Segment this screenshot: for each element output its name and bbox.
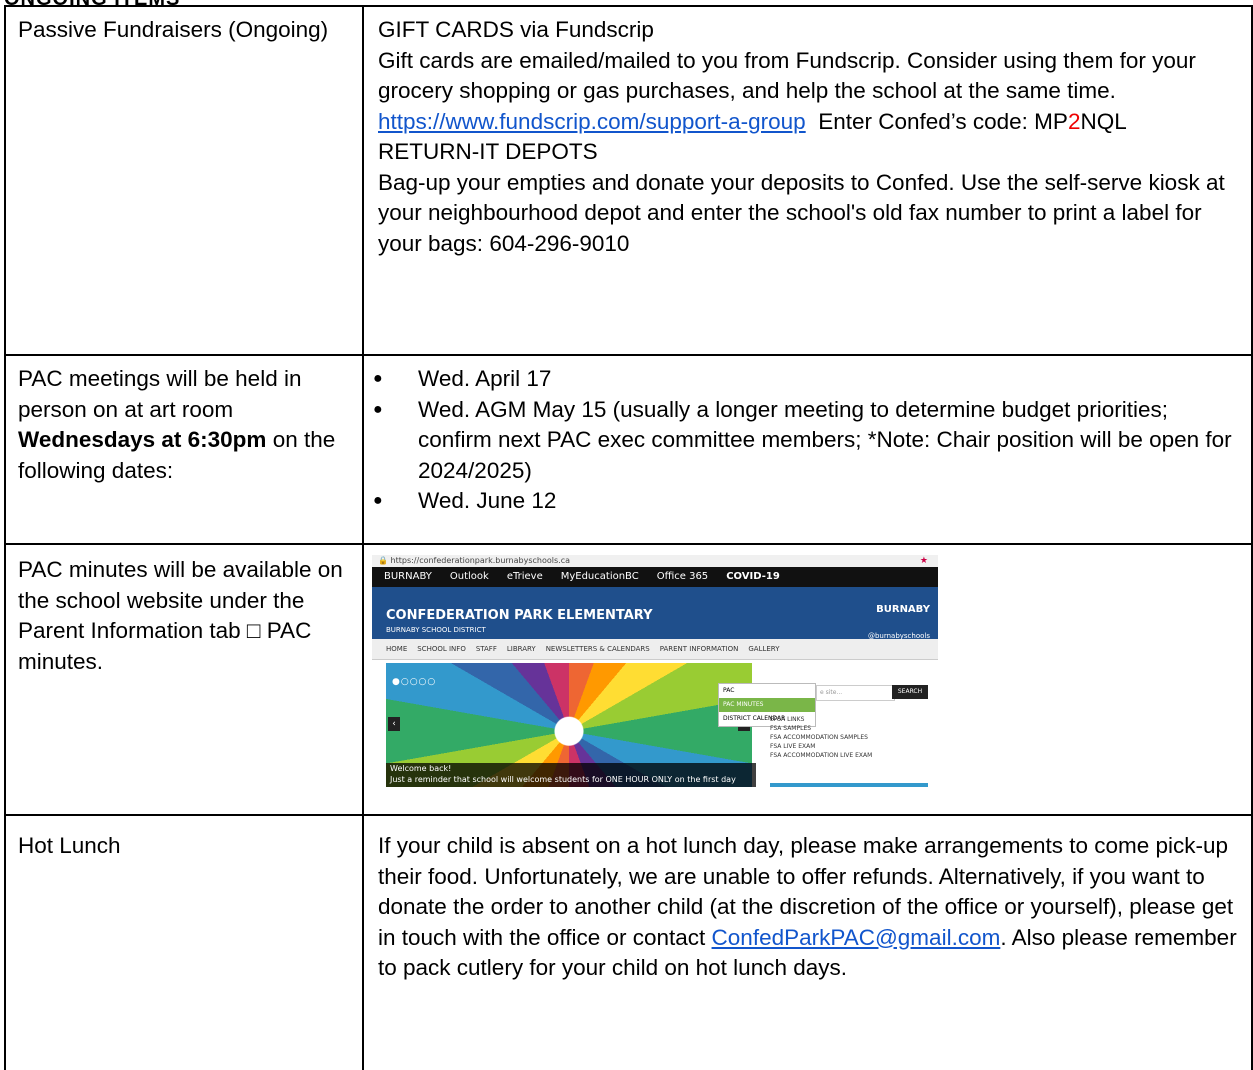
table-row: Hot Lunch If your child is absent on a h… bbox=[4, 814, 1253, 1070]
link-item: FSA SAMPLES bbox=[770, 725, 812, 732]
return-it-text: Bag-up your empties and donate your depo… bbox=[378, 169, 1225, 256]
row-label: Hot Lunch bbox=[4, 814, 364, 1070]
code-suffix: NQL bbox=[1080, 108, 1127, 134]
meeting-label-pre: PAC meetings will be held in person on a… bbox=[18, 366, 302, 422]
link-heading: EFSA LINKS bbox=[770, 716, 805, 723]
site-search-button: SEARCH bbox=[892, 685, 928, 699]
link-item: FSA ACCOMMODATION LIVE EXAM bbox=[770, 752, 873, 759]
twitter-handle: @burnabyschools bbox=[867, 632, 930, 640]
row-label: PAC meetings will be held in person on a… bbox=[4, 354, 364, 545]
etrieve-link: eTrieve bbox=[506, 571, 543, 582]
row-content: If your child is absent on a hot lunch d… bbox=[362, 814, 1253, 1070]
meeting-dates-list: Wed. April 17 Wed. AGM May 15 (usually a… bbox=[370, 364, 1237, 517]
code-red-digit: 2 bbox=[1067, 108, 1081, 134]
outlook-link: Outlook bbox=[449, 571, 489, 582]
address-bar: 🔒 https://confederationpark.burnabyschoo… bbox=[372, 555, 938, 567]
top-links-bar: BURNABY Outlook eTrieve MyEducationBC Of… bbox=[372, 567, 938, 587]
nav-gallery: GALLERY bbox=[748, 645, 780, 653]
school-subtitle: BURNABY SCHOOL DISTRICT bbox=[386, 626, 486, 634]
welcome-banner: Welcome back! Just a reminder that schoo… bbox=[386, 763, 756, 787]
gift-cards-body: Gift cards are emailed/mailed to you fro… bbox=[378, 47, 1196, 104]
fsa-links: EFSA LINKS FSA SAMPLES FSA ACCOMMODATION… bbox=[770, 715, 872, 760]
nav-library: LIBRARY bbox=[506, 645, 536, 653]
address-text: https://confederationpark.burnabyschools… bbox=[390, 556, 570, 565]
row-label: Passive Fundraisers (Ongoing) bbox=[4, 5, 364, 356]
welcome-title: Welcome back! bbox=[390, 764, 452, 773]
school-banner: CONFEDERATION PARK ELEMENTARY BURNABY SC… bbox=[372, 587, 938, 640]
covid-link: COVID-19 bbox=[726, 571, 780, 582]
pac-email-link[interactable]: ConfedParkPAC@gmail.com bbox=[712, 925, 1001, 950]
star-icon: ★ bbox=[919, 556, 928, 566]
row-content: Wed. April 17 Wed. AGM May 15 (usually a… bbox=[362, 354, 1253, 545]
school-website-screenshot: 🔒 https://confederationpark.burnabyschoo… bbox=[372, 555, 938, 787]
fundscrip-link[interactable]: https://www.fundscrip.com/support-a-grou… bbox=[378, 109, 806, 134]
slider-dots: ●○○○○ bbox=[392, 677, 437, 687]
row-content: GIFT CARDS via Fundscrip Gift cards are … bbox=[362, 5, 1253, 356]
gift-cards-heading: GIFT CARDS via Fundscrip bbox=[378, 17, 654, 42]
info-table: Passive Fundraisers (Ongoing) GIFT CARDS… bbox=[4, 5, 1253, 1070]
return-it-heading: RETURN-IT DEPOTS bbox=[378, 139, 598, 164]
list-item: Wed. April 17 bbox=[370, 364, 1237, 395]
list-item: Wed. June 12 bbox=[370, 486, 1237, 517]
myeducationbc-link: MyEducationBC bbox=[560, 571, 639, 582]
table-row: PAC meetings will be held in person on a… bbox=[4, 354, 1253, 545]
link-item: FSA LIVE EXAM bbox=[770, 743, 816, 750]
site-search-input: e site... bbox=[816, 685, 895, 701]
office365-link: Office 365 bbox=[656, 571, 709, 582]
lock-icon: 🔒 bbox=[378, 556, 388, 565]
nav-newsletters: NEWSLETTERS & CALENDARS bbox=[545, 645, 650, 653]
meeting-label-bold: Wednesdays at 6:30pm bbox=[18, 427, 267, 452]
dropdown-item-pac: PAC bbox=[723, 687, 735, 694]
dropdown-item-pac-minutes: PAC MINUTES bbox=[719, 698, 815, 712]
list-item: Wed. AGM May 15 (usually a longer meetin… bbox=[370, 395, 1237, 487]
table-row: PAC minutes will be available on the sch… bbox=[4, 543, 1253, 816]
welcome-text: Just a reminder that school will welcome… bbox=[390, 775, 736, 787]
table-row: Passive Fundraisers (Ongoing) GIFT CARDS… bbox=[4, 5, 1253, 356]
burnaby-logo: BURNABY bbox=[384, 571, 432, 582]
row-content: 🔒 https://confederationpark.burnabyschoo… bbox=[362, 543, 1253, 816]
code-prefix: Enter Confed’s code: MP bbox=[818, 108, 1068, 134]
row-label: PAC minutes will be available on the sch… bbox=[4, 543, 364, 816]
gift-cards-text: Gift cards are emailed/mailed to you fro… bbox=[378, 46, 1237, 138]
link-item: FSA ACCOMMODATION SAMPLES bbox=[770, 734, 868, 741]
nav-parent-info: PARENT INFORMATION bbox=[659, 645, 739, 653]
gallery-bar bbox=[770, 783, 928, 787]
chevron-left-icon: ‹ bbox=[388, 717, 400, 731]
